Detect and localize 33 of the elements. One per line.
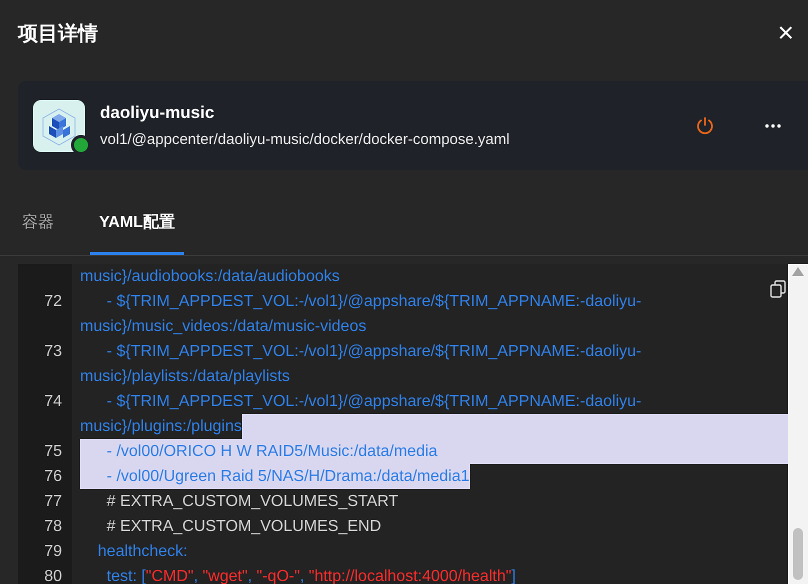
code-line: # EXTRA_CUSTOM_VOLUMES_START	[106, 492, 398, 512]
line-number: 74	[43, 392, 63, 412]
code-line: music}/music_videos:/data/music-videos	[80, 317, 366, 337]
more-icon	[764, 122, 782, 128]
line-number: 76	[43, 467, 63, 487]
line-number: 73	[43, 342, 63, 362]
scrollbar[interactable]	[788, 264, 808, 584]
line-number: 79	[43, 542, 63, 562]
code-line: # EXTRA_CUSTOM_VOLUMES_END	[106, 517, 382, 537]
scroll-thumb[interactable]	[793, 528, 803, 580]
line-number: 80	[43, 567, 63, 584]
cubes-app-icon	[33, 100, 85, 152]
code-line: - /vol00/ORICO H W RAID5/Music:/data/media	[106, 442, 438, 462]
compose-file-path: vol1/@appcenter/daoliyu-music/docker/docker-compose.yaml	[100, 131, 511, 148]
line-number: 75	[43, 442, 63, 462]
power-icon	[695, 116, 715, 136]
close-button[interactable]: ×	[774, 19, 798, 47]
code-line: music}/audiobooks:/data/audiobooks	[80, 267, 340, 287]
code-line: music}/plugins:/plugins	[80, 417, 242, 437]
code-line: music}/playlists:/data/playlists	[80, 367, 290, 387]
line-number: 78	[43, 517, 63, 537]
code-line: - ${TRIM_APPDEST_VOL:-/vol1}/@appshare/${TRIM_APPNAME:-daoliyu-	[106, 342, 642, 362]
line-number: 77	[43, 492, 63, 512]
app-name: daoliyu-music	[100, 103, 216, 123]
code-line: - ${TRIM_APPDEST_VOL:-/vol1}/@appshare/${TRIM_APPNAME:-daoliyu-	[106, 292, 642, 312]
tab[interactable]: YAML配置	[90, 208, 184, 255]
tab[interactable]: 容器	[22, 208, 54, 255]
dialog-title: 项目详情	[18, 22, 98, 46]
code-line: healthcheck:	[96, 542, 188, 562]
line-number: 72	[43, 292, 63, 312]
code-line: test: ["CMD", "wget", "-qO-", "http://localhost:4000/health"]	[106, 567, 516, 584]
code-line: - ${TRIM_APPDEST_VOL:-/vol1}/@appshare/${TRIM_APPNAME:-daoliyu-	[106, 392, 642, 412]
copy-icon[interactable]	[770, 280, 786, 298]
